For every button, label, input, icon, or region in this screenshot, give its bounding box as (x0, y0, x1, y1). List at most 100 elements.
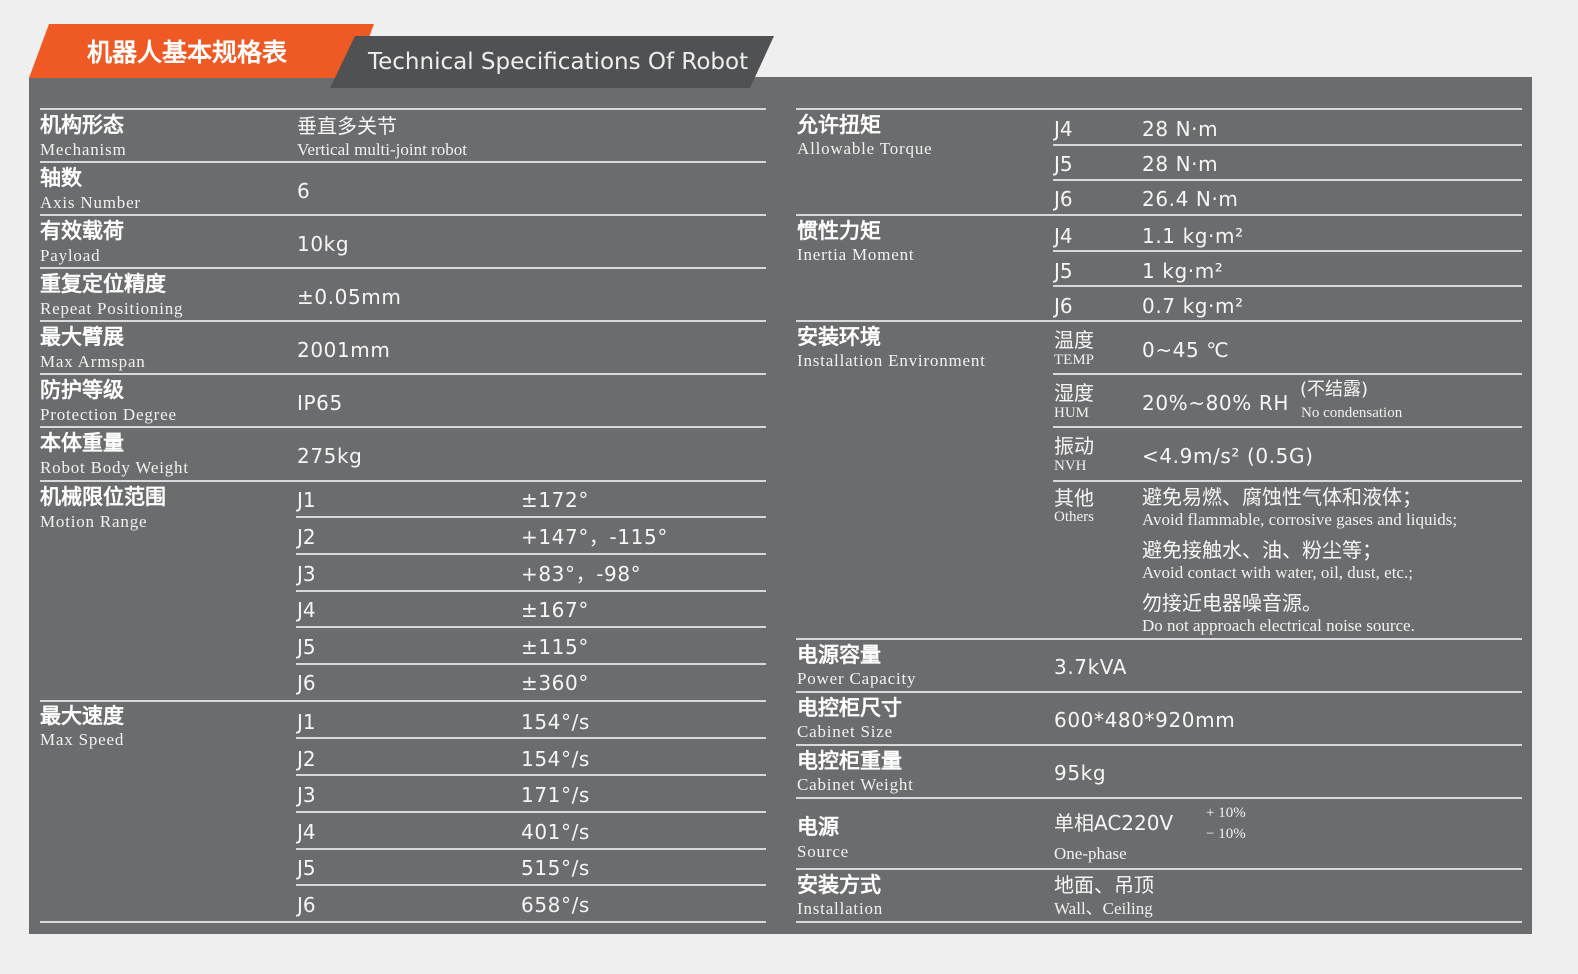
weight-label-en: Robot Body Weight (40, 458, 189, 477)
divider (796, 868, 1522, 870)
torque-label: 允许扭矩 (797, 113, 881, 137)
title-tab-en: Technical Specifications Of Robot (330, 36, 774, 88)
source-phase: One-phase (1054, 844, 1127, 863)
inertia-j6: J6 (1054, 294, 1073, 318)
title-tab-cn: 机器人基本规格表 (29, 24, 374, 78)
environment-label: 安装环境 (797, 325, 881, 349)
motion-j3-value: +83°，-98° (521, 562, 642, 586)
divider (296, 553, 766, 555)
environment-label-en: Installation Environment (797, 351, 986, 370)
protection-label: 防护等级 (40, 378, 124, 402)
motion-j6: J6 (297, 671, 316, 695)
divider (1053, 426, 1522, 428)
title-cn: 机器人基本规格表 (87, 38, 288, 67)
divider (40, 214, 766, 216)
repeat-value: ±0.05mm (297, 285, 402, 309)
armspan-label-en: Max Armspan (40, 352, 146, 371)
hum-label-en: HUM (1054, 405, 1090, 421)
motion-j1: J1 (297, 488, 316, 512)
axis-value: 6 (297, 179, 311, 203)
nvh-label: 振动 (1054, 434, 1094, 458)
inertia-label-en: Inertia Moment (797, 245, 915, 264)
payload-label: 有效载荷 (40, 219, 124, 243)
divider (1053, 179, 1522, 181)
torque-j6-value: 26.4 N·m (1142, 187, 1239, 211)
power-capacity-label-en: Power Capacity (797, 669, 917, 688)
divider (1053, 144, 1522, 146)
inertia-label: 惯性力矩 (797, 219, 881, 243)
axis-label: 轴数 (40, 166, 82, 190)
divider (796, 108, 1522, 110)
torque-label-en: Allowable Torque (797, 139, 933, 158)
motion-j4: J4 (297, 598, 316, 622)
others-label: 其他 (1054, 486, 1094, 510)
installation-value-en: Wall、Ceiling (1054, 899, 1153, 918)
others-line3: 勿接近电器噪音源。 (1142, 591, 1322, 615)
divider (296, 737, 766, 739)
hum-label: 湿度 (1054, 381, 1094, 405)
speed-j1-value: 154°/s (521, 710, 590, 734)
divider (296, 884, 766, 886)
hum-note: (不结露) (1300, 379, 1369, 400)
divider (796, 214, 1522, 216)
protection-value: IP65 (297, 391, 343, 415)
payload-value: 10kg (297, 232, 350, 256)
cabinet-size-label: 电控柜尺寸 (797, 696, 902, 720)
speed-j3: J3 (297, 783, 316, 807)
divider (1053, 285, 1522, 287)
motion-j5-value: ±115° (521, 635, 589, 659)
source-tol-minus: − 10% (1206, 826, 1246, 842)
motion-j1-value: ±172° (521, 488, 589, 512)
divider (40, 108, 766, 110)
motion-j2-value: +147°，-115° (521, 525, 668, 549)
others-line2-en: Avoid contact with water, oil, dust, etc… (1142, 563, 1413, 582)
speed-j5: J5 (297, 856, 316, 880)
divider (796, 921, 1522, 923)
installation-label-en: Installation (797, 899, 884, 918)
protection-label-en: Protection Degree (40, 405, 177, 424)
others-label-en: Others (1054, 509, 1094, 525)
motion-j3: J3 (297, 562, 316, 586)
speed-label: 最大速度 (40, 704, 124, 728)
inertia-j5: J5 (1054, 259, 1073, 283)
axis-label-en: Axis Number (40, 193, 141, 212)
nvh-label-en: NVH (1054, 458, 1087, 474)
others-line1: 避免易燃、腐蚀性气体和液体； (1142, 485, 1422, 509)
cabinet-weight-value: 95kg (1054, 761, 1107, 785)
divider (796, 638, 1522, 640)
divider (296, 774, 766, 776)
source-value: 单相AC220V (1054, 811, 1174, 835)
speed-j4-value: 401°/s (521, 820, 590, 844)
installation-value: 地面、吊顶 (1054, 873, 1154, 897)
temp-label: 温度 (1054, 328, 1094, 352)
divider (1053, 373, 1522, 375)
divider (296, 848, 766, 850)
inertia-j6-value: 0.7 kg·m² (1142, 294, 1244, 318)
power-capacity-value: 3.7kVA (1054, 655, 1128, 679)
inertia-j4-value: 1.1 kg·m² (1142, 224, 1244, 248)
nvh-value: <4.9m/s² (0.5G) (1142, 444, 1314, 468)
speed-j2-value: 154°/s (521, 747, 590, 771)
divider (796, 691, 1522, 693)
armspan-label: 最大臂展 (40, 325, 124, 349)
motion-label: 机械限位范围 (40, 485, 166, 509)
divider (296, 663, 766, 665)
divider (796, 744, 1522, 746)
divider (1053, 250, 1522, 252)
speed-j1: J1 (297, 710, 316, 734)
speed-j3-value: 171°/s (521, 783, 590, 807)
divider (40, 320, 766, 322)
divider (40, 373, 766, 375)
divider (796, 797, 1522, 799)
divider (40, 426, 766, 428)
speed-j6-value: 658°/s (521, 893, 590, 917)
divider (296, 811, 766, 813)
torque-j5: J5 (1054, 152, 1073, 176)
others-line1-en: Avoid flammable, corrosive gases and liq… (1142, 510, 1458, 529)
mechanism-value-en: Vertical multi-joint robot (297, 140, 467, 159)
speed-label-en: Max Speed (40, 730, 125, 749)
torque-j4-value: 28 N·m (1142, 117, 1219, 141)
others-line2: 避免接触水、油、粉尘等； (1142, 538, 1382, 562)
cabinet-size-value: 600*480*920mm (1054, 708, 1236, 732)
divider (40, 480, 766, 482)
